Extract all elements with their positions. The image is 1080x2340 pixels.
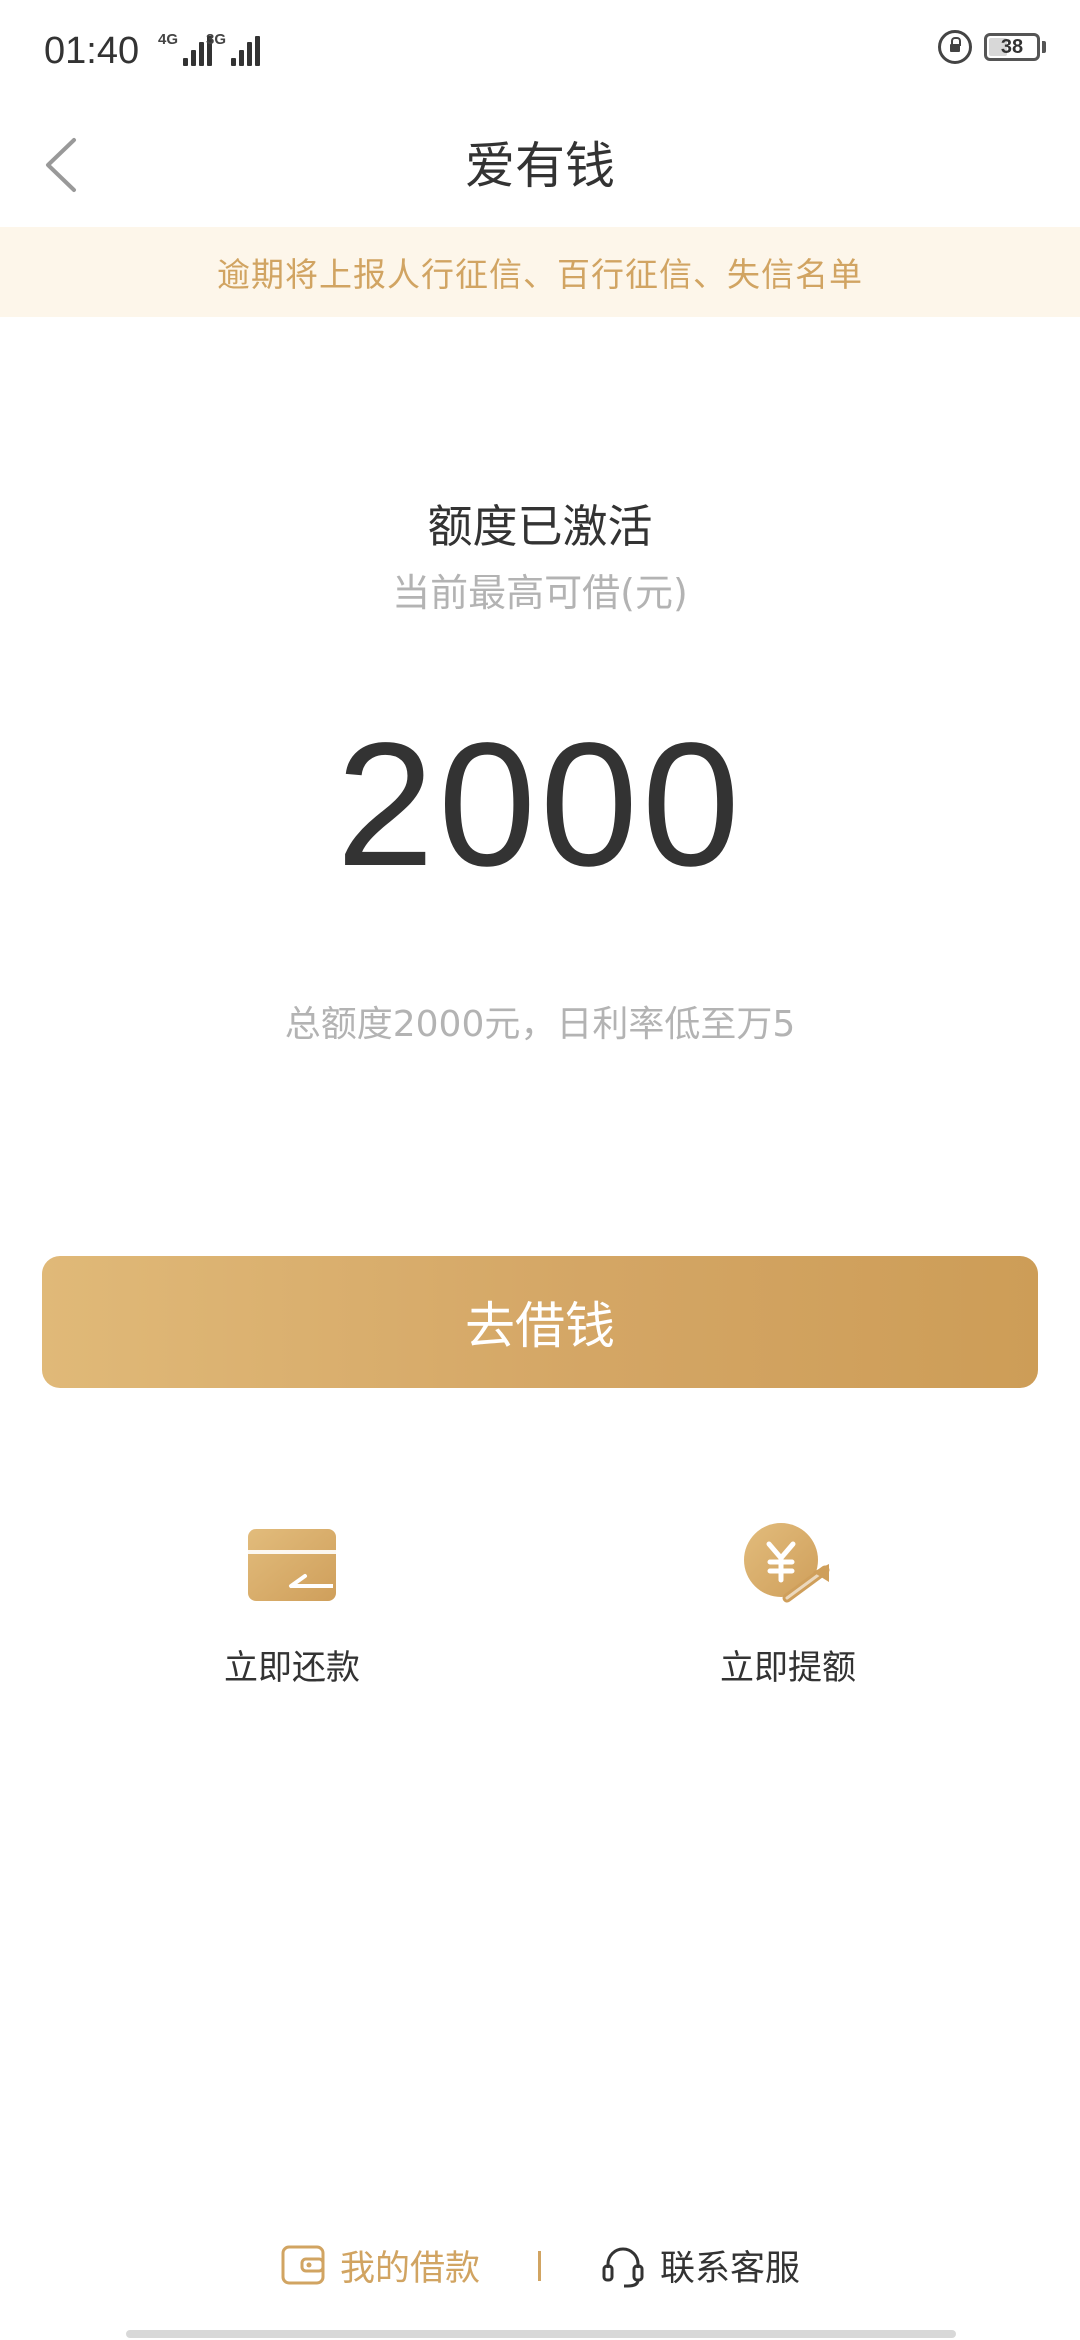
nav-divider [538,2251,541,2281]
credit-description: 总额度2000元，日利率低至万5 [284,1004,796,1045]
my-loans-button[interactable]: 我的借款 [280,2225,480,2305]
rotation-lock-icon [938,30,972,64]
app-header: 爱有钱 [0,110,1080,225]
page-title: 爱有钱 [465,137,615,195]
repay-now-button[interactable]: 立即还款 [142,1520,442,1689]
credit-status: 额度已激活 [427,500,653,553]
customer-service-button[interactable]: 联系客服 [600,2225,800,2305]
home-indicator[interactable] [126,2330,956,2338]
repay-now-label: 立即还款 [224,1648,360,1688]
overdue-notice-banner: 逾期将上报人行征信、百行征信、失信名单 [0,227,1080,317]
network-type-3g: 3G [206,31,227,48]
battery-icon: 38 [984,33,1040,61]
raise-limit-button[interactable]: 立即提额 [638,1520,938,1689]
network-type-4g: 4G [158,31,179,48]
bottom-nav: 我的借款 联系客服 [0,2225,1080,2305]
borrow-button-label: 去借钱 [465,1297,615,1355]
signal-3g-icon: 3G [206,31,261,66]
borrow-button[interactable]: 去借钱 [42,1256,1038,1388]
signal-4g-icon: 4G [158,31,213,66]
my-loans-label: 我的借款 [340,2248,481,2289]
status-bar: 01:40 4G 3G 38 [0,0,1080,110]
customer-service-label: 联系客服 [660,2248,801,2289]
wallet-icon [281,2245,325,2285]
app-screen: 01:40 4G 3G 38 爱有钱 逾期将上报人行征信、百行征信、失信名单 额… [0,0,1080,2340]
credit-amount: 2000 [336,707,744,903]
card-icon [248,1529,336,1601]
headset-icon [602,2247,644,2288]
status-right-group: 38 [938,30,1046,64]
notice-text: 逾期将上报人行征信、百行征信、失信名单 [217,255,863,294]
credit-subtitle: 当前最高可借(元) [392,571,688,615]
status-time: 01:40 [44,30,140,72]
raise-limit-label: 立即提额 [720,1648,856,1688]
battery-level: 38 [1000,35,1024,58]
yuan-arrow-icon [744,1523,830,1603]
